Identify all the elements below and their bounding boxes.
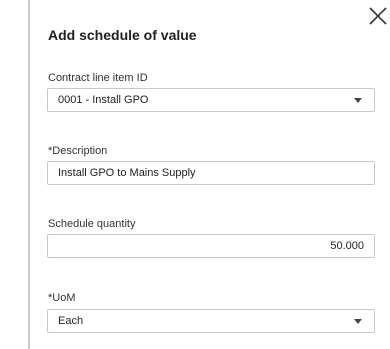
contract-line-item-label: Contract line item ID [48, 72, 148, 84]
schedule-quantity-label: Schedule quantity [48, 218, 136, 230]
schedule-quantity-input[interactable]: 50.000 [47, 234, 375, 258]
chevron-down-icon [354, 319, 362, 324]
description-value: Install GPO to Mains Supply [58, 167, 196, 179]
schedule-quantity-value: 50.000 [330, 240, 364, 252]
dialog-title: Add schedule of value [48, 27, 197, 43]
uom-label: *UoM [48, 292, 76, 304]
uom-value: Each [58, 315, 84, 327]
add-schedule-dialog: Add schedule of value Contract line item… [30, 0, 390, 349]
chevron-down-icon [354, 98, 362, 103]
contract-line-item-select[interactable]: 0001 - Install GPO [47, 88, 375, 112]
uom-select[interactable]: Each [47, 309, 375, 333]
description-input[interactable]: Install GPO to Mains Supply [47, 161, 375, 185]
close-button[interactable] [366, 4, 390, 28]
description-label: *Description [48, 145, 107, 157]
close-icon [369, 7, 387, 25]
uom-label-text: UoM [52, 292, 76, 304]
description-label-text: Description [52, 145, 108, 157]
contract-line-item-value: 0001 - Install GPO [58, 94, 149, 106]
